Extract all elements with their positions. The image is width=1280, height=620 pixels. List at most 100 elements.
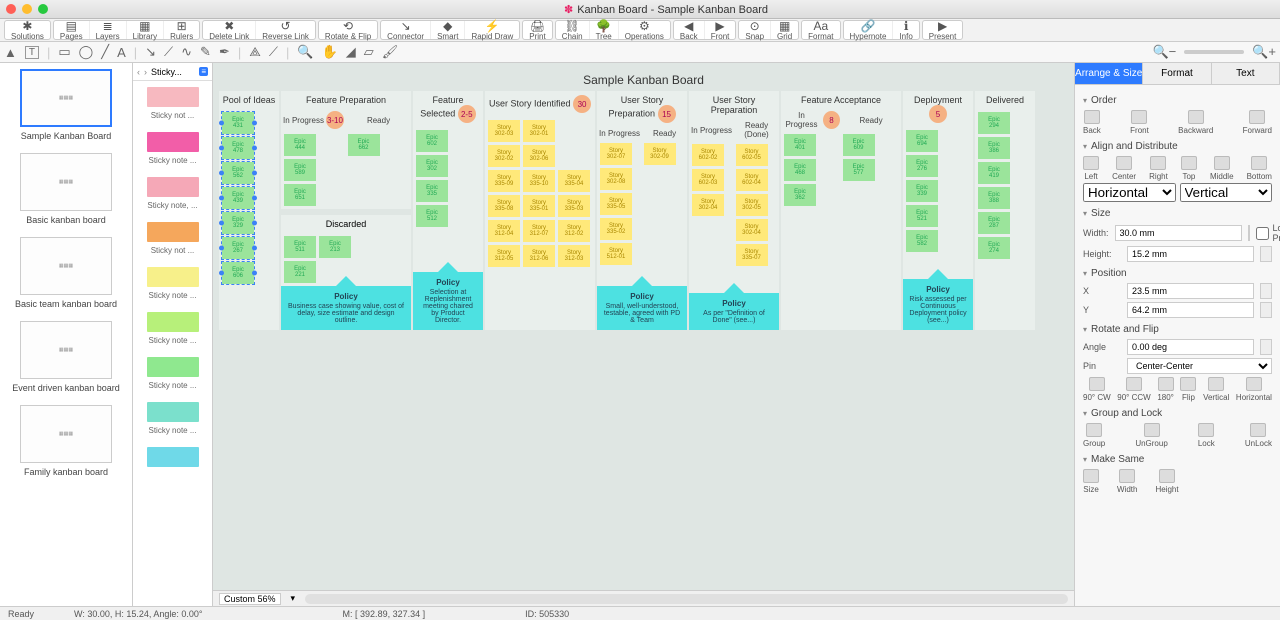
toolbar-library[interactable]: ▦Library — [127, 21, 164, 39]
epic-card[interactable]: Epic401 — [784, 134, 816, 156]
epic-card[interactable]: Epic386 — [978, 137, 1010, 159]
story-card[interactable]: Story335-04 — [558, 170, 590, 192]
lock-proportions-checkbox[interactable] — [1256, 227, 1269, 240]
align-bottom-button[interactable]: Bottom — [1247, 156, 1272, 181]
story-card[interactable]: Story335-02 — [600, 218, 632, 240]
story-card[interactable]: Story312-03 — [558, 245, 590, 267]
epic-card[interactable]: Epic444 — [284, 134, 316, 156]
text-block-tool[interactable]: A — [117, 45, 126, 60]
story-card[interactable]: Story302-09 — [644, 143, 676, 165]
epic-card[interactable]: Epic577 — [843, 159, 875, 181]
connector-tool[interactable]: ↘ — [145, 44, 156, 60]
toolbar-chain[interactable]: ⛓Chain — [556, 21, 590, 39]
toolbar-rulers[interactable]: ⊞Rulers — [164, 21, 199, 39]
shape-item[interactable]: Sticky not ... — [133, 81, 212, 126]
horizontal-scrollbar[interactable] — [305, 594, 1068, 604]
epic-card[interactable]: Epic602 — [416, 130, 448, 152]
arc-tool[interactable]: ⟋ — [164, 44, 173, 60]
shapes-menu-icon[interactable]: ≡ — [199, 67, 208, 76]
story-card[interactable]: Story302-04 — [736, 219, 768, 241]
order-front-button[interactable]: Front — [1130, 110, 1149, 135]
shape-item[interactable]: Sticky note, ... — [133, 171, 212, 216]
y-input[interactable] — [1127, 302, 1254, 318]
rotate--cw-button[interactable]: 90° CW — [1083, 377, 1111, 402]
epic-card[interactable]: Epic468 — [784, 159, 816, 181]
y-stepper[interactable] — [1260, 302, 1272, 318]
policy-note[interactable]: PolicySelection at Replenishment meeting… — [413, 272, 483, 330]
x-stepper[interactable] — [1260, 283, 1272, 299]
story-card[interactable]: Story302-05 — [736, 194, 768, 216]
pin-select[interactable]: Center-Center — [1127, 358, 1272, 374]
x-input[interactable] — [1127, 283, 1254, 299]
shape-item[interactable]: Sticky note ... — [133, 396, 212, 441]
toolbar-layers[interactable]: ≣Layers — [90, 21, 127, 39]
section-position[interactable]: Position — [1083, 268, 1272, 279]
group-ungroup-button[interactable]: UnGroup — [1135, 423, 1167, 448]
toolbar-pages[interactable]: ▤Pages — [54, 21, 90, 39]
section-order[interactable]: Order — [1083, 95, 1272, 106]
crop-tool[interactable]: ⟁ — [249, 44, 261, 60]
rotate-vertical-button[interactable]: Vertical — [1203, 377, 1229, 402]
epic-card[interactable]: Epic511 — [284, 236, 316, 258]
epic-card[interactable]: Epic609 — [843, 134, 875, 156]
story-card[interactable]: Story302-04 — [692, 194, 724, 216]
angle-input[interactable] — [1127, 339, 1254, 355]
width-stepper[interactable] — [1248, 225, 1250, 241]
shape-item[interactable]: Sticky note ... — [133, 261, 212, 306]
group-lock-button[interactable]: Lock — [1198, 423, 1215, 448]
epic-card[interactable]: Epic362 — [784, 184, 816, 206]
same-size-button[interactable]: Size — [1083, 469, 1099, 494]
eyedropper-tool[interactable]: ⟋ — [269, 44, 278, 60]
policy-note[interactable]: PolicySmall, well-understood, testable, … — [597, 286, 687, 330]
toolbar-print[interactable]: 🖨Print — [523, 21, 551, 39]
story-card[interactable]: Story335-07 — [736, 244, 768, 266]
tab-format[interactable]: Format — [1143, 63, 1211, 85]
tab-arrange[interactable]: Arrange & Size — [1075, 63, 1143, 85]
toolbar-solutions[interactable]: ✱Solutions — [5, 21, 50, 39]
story-card[interactable]: Story302-01 — [523, 120, 555, 142]
align-top-button[interactable]: Top — [1181, 156, 1197, 181]
rect-tool[interactable]: ▭ — [58, 44, 70, 60]
story-card[interactable]: Story302-08 — [600, 168, 632, 190]
story-card[interactable]: Story335-05 — [600, 193, 632, 215]
epic-card[interactable]: Epic302 — [416, 155, 448, 177]
brush-tool[interactable]: 🖌 — [382, 44, 399, 60]
height-stepper[interactable] — [1260, 246, 1272, 262]
shape-item[interactable]: Sticky note ... — [133, 351, 212, 396]
story-card[interactable]: Story512-01 — [600, 243, 632, 265]
order-forward-button[interactable]: Forward — [1243, 110, 1272, 135]
story-card[interactable]: Story302-06 — [523, 145, 555, 167]
align-horizontal-select[interactable]: Horizontal — [1083, 183, 1176, 202]
epic-card[interactable]: Epic294 — [978, 112, 1010, 134]
epic-card[interactable]: Epic512 — [416, 205, 448, 227]
toolbar-grid[interactable]: ▦Grid — [771, 21, 798, 39]
shape-item[interactable]: Sticky note ... — [133, 126, 212, 171]
select-tool[interactable]: ▲ — [4, 45, 17, 60]
zoom-tool[interactable]: 🔍 — [297, 44, 313, 60]
toolbar-tree[interactable]: 🌳Tree — [590, 21, 619, 39]
shape-item[interactable]: Sticky note ... — [133, 306, 212, 351]
eraser-tool[interactable]: ▱ — [364, 44, 374, 60]
section-rotate[interactable]: Rotate and Flip — [1083, 324, 1272, 335]
epic-card[interactable]: Epic589 — [284, 159, 316, 181]
align-middle-button[interactable]: Middle — [1210, 156, 1234, 181]
epic-card[interactable]: Epic606 — [222, 262, 254, 284]
story-card[interactable]: Story335-08 — [488, 195, 520, 217]
shapes-category[interactable]: Sticky... — [151, 67, 182, 77]
toolbar-reverse-link[interactable]: ↺Reverse Link — [256, 21, 315, 39]
order-back-button[interactable]: Back — [1083, 110, 1101, 135]
toolbar-snap[interactable]: ⊙Snap — [739, 21, 771, 39]
toolbar-present[interactable]: ▶Present — [923, 21, 963, 39]
epic-card[interactable]: Epic694 — [906, 130, 938, 152]
shape-item[interactable]: Sticky not ... — [133, 216, 212, 261]
shape-item[interactable] — [133, 441, 212, 477]
story-card[interactable]: Story312-05 — [488, 245, 520, 267]
rotate---button[interactable]: 180° — [1157, 377, 1174, 402]
toolbar-front[interactable]: ▶Front — [705, 21, 736, 39]
rotate-flip-button[interactable]: Flip — [1180, 377, 1196, 402]
rotate-horizontal-button[interactable]: Horizontal — [1236, 377, 1272, 402]
story-card[interactable]: Story335-10 — [523, 170, 555, 192]
height-input[interactable] — [1127, 246, 1254, 262]
zoom-out-icon[interactable]: 🔍− — [1152, 44, 1176, 60]
epic-card[interactable]: Epic274 — [978, 237, 1010, 259]
